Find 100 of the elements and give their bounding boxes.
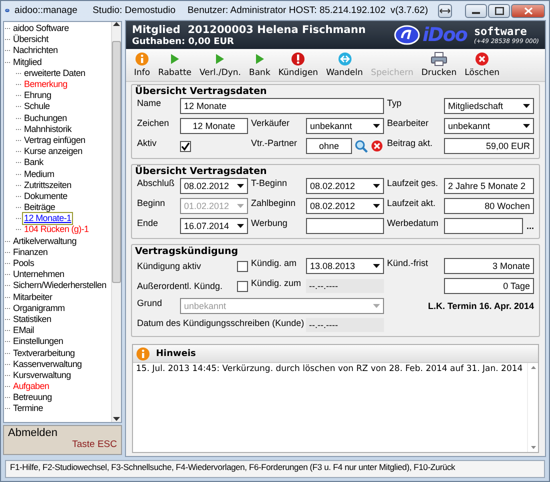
toolbar-button[interactable]: Verl./Dyn.	[198, 49, 244, 81]
user-host-label: Benutzer: Administrator HOST: 85.214.192.102	[187, 5, 386, 16]
field-label: T-Beginn	[251, 178, 288, 188]
date-picker[interactable]: 08.02.2012	[306, 178, 384, 194]
toolbar-button[interactable]: Rabatte	[156, 49, 194, 81]
studio-label: Studio: Demostudio	[92, 5, 176, 16]
field-label: Beitrag akt.	[387, 138, 434, 148]
date-picker[interactable]: 08.02.2012	[306, 198, 384, 214]
field-label: Abschluß	[137, 178, 176, 188]
text-field[interactable]: 59,00 EUR	[444, 138, 534, 154]
field-label: Werbedatum	[387, 218, 440, 228]
tree-item[interactable]: Betreuung	[11, 391, 54, 404]
logo-text: iDoo	[422, 24, 467, 46]
field-label: Kündig. zum	[251, 278, 302, 288]
tree-item[interactable]: Bemerkung	[22, 78, 70, 92]
tree-item[interactable]: Mitarbeiter	[11, 290, 54, 304]
field-label: Laufzeit ges.	[387, 178, 440, 188]
text-field[interactable]: 3 Monate	[444, 258, 534, 274]
status-text: F1-Hilfe, F2-Studiowechsel, F3-Schnellsuche, F4-Wiedervorlagen, F6-Forderungen (F3 u. F4 nur unter Mitglied), F10-Zurück	[10, 462, 456, 472]
field-label: Aktiv	[137, 138, 158, 148]
tree-item[interactable]: Mahnhistorik	[22, 122, 74, 136]
field-label: Werbung	[251, 218, 288, 228]
window-title: aidoo::manage	[14, 5, 78, 16]
tree-item[interactable]: Dokumente	[22, 190, 70, 203]
field-label: Kündig. am	[251, 258, 298, 268]
field-label: Zeichen	[137, 118, 170, 128]
tree-item[interactable]: 104 Rücken (g)-1	[22, 223, 91, 236]
balance-label: Guthaben: 0,00 EUR	[132, 36, 235, 46]
date-display: --.--.----	[306, 279, 384, 293]
tree-item[interactable]: Ehrung	[22, 89, 54, 102]
termination-date: L.K. Termin 16. Apr. 2014	[426, 301, 534, 311]
field-label: Kündigung aktiv	[137, 260, 202, 270]
tree-item[interactable]: Kursverwaltung	[11, 368, 73, 382]
text-field[interactable]: 12 Monate	[180, 98, 384, 114]
tree-item[interactable]: Termine	[11, 402, 45, 416]
tree-item[interactable]: Vertrag einfügen	[22, 134, 88, 147]
tree-item[interactable]: Buchungen	[22, 112, 69, 125]
logo-tagline: software	[474, 25, 528, 38]
tree-item[interactable]: Pools	[11, 257, 36, 270]
field-label: Grund	[137, 298, 164, 308]
text-field[interactable]: 80 Wochen	[444, 198, 534, 214]
text-field[interactable]: 0 Tage	[444, 278, 534, 294]
tree-item[interactable]: EMail	[11, 324, 36, 338]
field-label: Beginn	[137, 198, 166, 208]
tree-item[interactable]: Beiträge	[22, 201, 58, 214]
text-field[interactable]: ohne	[306, 138, 352, 154]
tree-item[interactable]: 12 Monate-1	[22, 212, 74, 226]
text-field[interactable]: 12 Monate	[180, 118, 248, 134]
tree-item[interactable]: aidoo Software	[11, 22, 71, 36]
logout-button[interactable]: Abmelden	[8, 427, 117, 439]
tree-item[interactable]: Sichern/Wiederherstellen	[11, 279, 108, 292]
tree-item[interactable]: Medium	[22, 168, 56, 181]
tree-item[interactable]: Statistiken	[11, 312, 54, 326]
field-label: Vtr.-Partner	[251, 138, 298, 148]
notice-text: 15. Jul. 2013 14:45: Verkürzung. durch löschen von RZ von 28. Feb. 2014 auf 31. Jan. 2014	[135, 363, 524, 376]
tree-item[interactable]: Einstellungen	[11, 335, 66, 348]
field-label: Zahlbeginn	[251, 198, 297, 208]
toolbar-button[interactable]: Löschen	[462, 49, 502, 81]
field-label: Verkäufer	[251, 118, 291, 128]
date-display: --.--.----	[306, 318, 384, 332]
section-title: Vertragskündigung	[133, 246, 240, 257]
tree-item[interactable]: Organigramm	[11, 302, 67, 315]
field-label: Künd.-frist	[387, 258, 430, 268]
tree-item[interactable]: Aufgaben	[11, 380, 52, 394]
tree-item[interactable]: Kassenverwaltung	[11, 358, 84, 371]
shortcut-hint: Taste ESC	[72, 439, 117, 450]
tree-item[interactable]: Textverarbeitung	[11, 346, 77, 360]
field-label: Laufzeit akt.	[387, 198, 437, 208]
section-title: Übersicht Vertragsdaten	[133, 86, 269, 97]
notice-title: Hinweis	[156, 348, 196, 358]
dropdown[interactable]: unbekannt	[306, 118, 384, 134]
toolbar-button[interactable]: Info	[132, 49, 152, 81]
toolbar-button[interactable]: Drucken	[419, 49, 459, 81]
member-name: 201200003 Helena Fischmann	[188, 24, 366, 36]
toolbar-button[interactable]: Kündigen	[276, 49, 320, 81]
tree-item[interactable]: Mitglied	[11, 56, 44, 69]
tree-item[interactable]: Unternehmen	[11, 268, 66, 282]
tree-item[interactable]: Artikelverwaltung	[11, 234, 78, 248]
tree-item[interactable]: Übersicht	[11, 33, 50, 46]
field-label: Datum des Kündigungsschreiben (Kunde)	[137, 318, 303, 328]
tree-item[interactable]: Zutrittszeiten	[22, 178, 74, 192]
tree-item[interactable]: Kurse anzeigen	[22, 145, 84, 158]
tree-item[interactable]: Bank	[22, 156, 46, 170]
dropdown[interactable]: unbekannt	[444, 118, 534, 134]
more-button[interactable]: ...	[526, 221, 534, 231]
date-picker[interactable]: 16.07.2014	[180, 218, 248, 234]
tree-item[interactable]: erweiterte Daten	[22, 66, 88, 80]
tree-item[interactable]: Schule	[22, 100, 52, 114]
date-picker[interactable]: 08.02.2012	[180, 178, 248, 194]
field-label: Bearbeiter	[387, 118, 430, 128]
tree-item[interactable]: Finanzen	[11, 246, 50, 259]
field-label: Außerordentl. Kündg.	[137, 280, 223, 290]
toolbar-button[interactable]: Bank	[247, 49, 272, 81]
date-picker[interactable]: 13.08.2013	[306, 258, 384, 274]
record-type: Mitglied	[132, 24, 180, 36]
dropdown[interactable]: Mitgliedschaft	[444, 98, 534, 114]
toolbar-button[interactable]: Wandeln	[324, 49, 365, 81]
tree-item[interactable]: Nachrichten	[11, 44, 60, 58]
section-title: Übersicht Vertragsdaten	[133, 166, 269, 177]
text-field[interactable]: 2 Jahre 5 Monate 2	[444, 178, 534, 194]
